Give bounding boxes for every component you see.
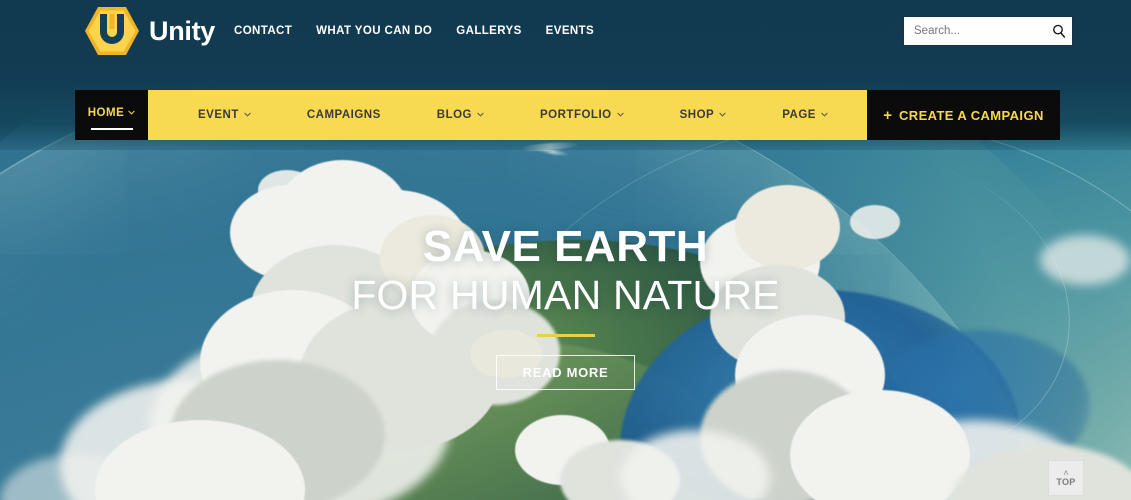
menu-item-page[interactable]: PAGE [754,109,856,121]
menu-item-event[interactable]: EVENT [170,109,279,121]
search-box[interactable] [904,17,1072,45]
caret-up-icon: ˄ [1063,467,1069,478]
top-nav-item-what-you-can-do[interactable]: WHAT YOU CAN DO [316,25,432,37]
menu-item-shop-label: SHOP [679,109,715,121]
menu-item-portfolio-label: PORTFOLIO [540,109,612,121]
hero-title: SAVE EARTH [422,222,709,271]
site-logo[interactable]: Unity [84,5,215,57]
search-button[interactable] [1046,17,1072,45]
main-menu-bar: HOME EVENT CAMPAIGNS BLOG PORTFOLIO SHOP… [75,90,1060,140]
scroll-to-top-label: TOP [1056,476,1076,487]
top-nav-item-gallerys[interactable]: GALLERYS [456,25,521,37]
search-input[interactable] [904,18,1046,44]
menu-item-event-label: EVENT [198,109,239,121]
chevron-down-icon [821,112,828,117]
site-header: Unity CONTACT WHAT YOU CAN DO GALLERYS E… [0,0,1131,64]
create-campaign-label: CREATE A CAMPAIGN [899,107,1044,123]
read-more-button[interactable]: READ MORE [495,354,636,390]
top-nav-item-contact[interactable]: CONTACT [234,25,292,37]
plus-icon: + [883,106,892,124]
chevron-down-icon [128,110,135,115]
menu-item-blog-label: BLOG [436,109,473,121]
page-root: Unity CONTACT WHAT YOU CAN DO GALLERYS E… [0,0,1131,500]
menu-item-shop[interactable]: SHOP [652,109,755,121]
hero-subtitle: FOR HUMAN NATURE [351,272,780,318]
menu-items-group: EVENT CAMPAIGNS BLOG PORTFOLIO SHOP PAGE [148,90,867,140]
chevron-down-icon [477,112,484,117]
chevron-down-icon [244,112,251,117]
menu-item-home[interactable]: HOME [75,90,148,140]
menu-item-campaigns-label: CAMPAIGNS [306,109,381,121]
create-campaign-button[interactable]: + CREATE A CAMPAIGN [867,90,1060,140]
menu-item-portfolio[interactable]: PORTFOLIO [512,109,652,121]
scroll-to-top-button[interactable]: ˄ TOP [1048,460,1084,496]
chevron-down-icon [719,112,726,117]
search-icon [1053,24,1066,38]
top-nav: CONTACT WHAT YOU CAN DO GALLERYS EVENTS [234,25,594,37]
chevron-down-icon [616,112,624,117]
menu-item-home-label: HOME [87,107,125,119]
menu-item-page-label: PAGE [782,109,816,121]
unity-hexagon-logo-icon [85,7,139,55]
menu-item-blog[interactable]: BLOG [409,109,512,121]
hero-divider [536,334,595,337]
site-brand-name: Unity [149,15,216,46]
hero-content: SAVE EARTH FOR HUMAN NATURE READ MORE [0,225,1131,390]
menu-item-campaigns[interactable]: CAMPAIGNS [279,109,409,121]
active-menu-underline [90,127,133,130]
top-nav-item-events[interactable]: EVENTS [546,25,594,37]
